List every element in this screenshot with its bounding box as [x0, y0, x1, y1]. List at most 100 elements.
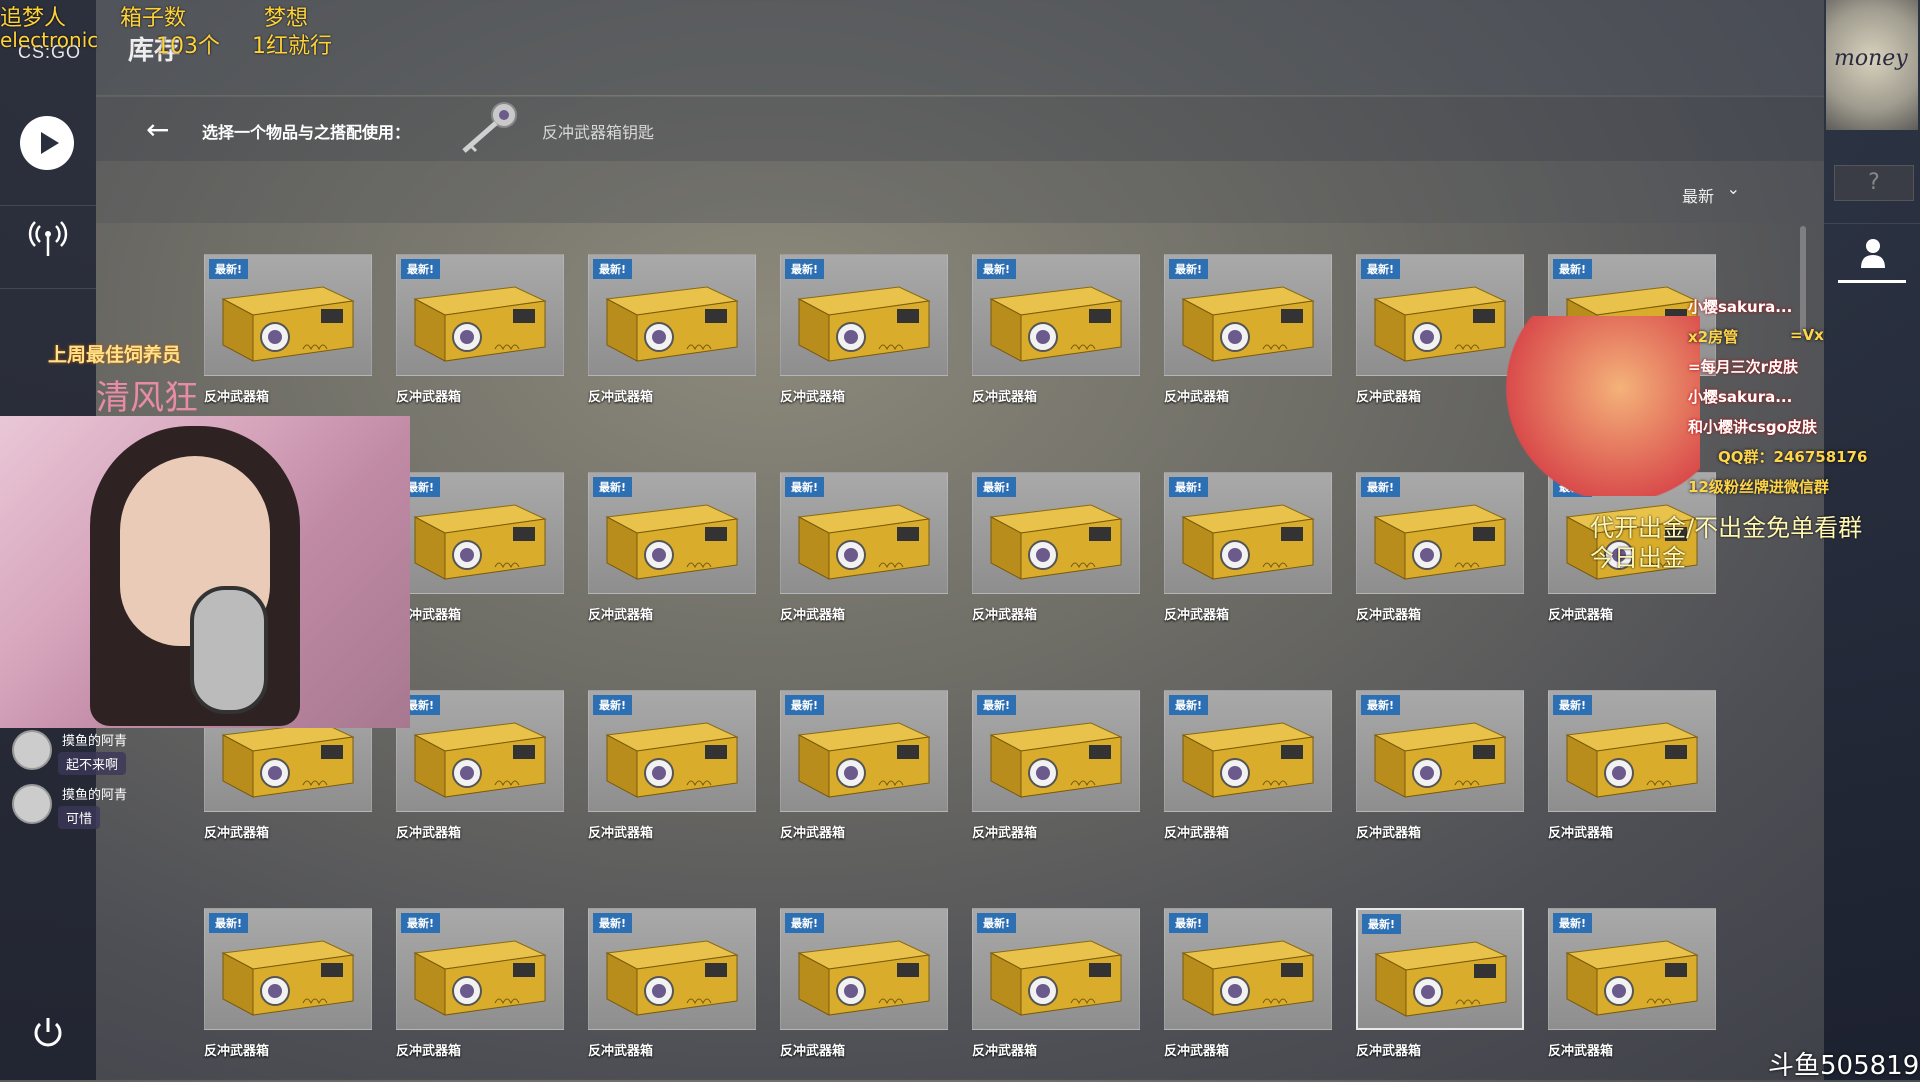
weapon-case-icon	[1373, 286, 1507, 362]
weapon-case-icon	[413, 286, 547, 362]
header: 库存	[96, 0, 1824, 95]
profile-emblem[interactable]: money	[1826, 0, 1918, 130]
divider	[0, 288, 96, 289]
inventory-tile[interactable]: 最新! 反冲武器箱	[972, 254, 1140, 405]
inventory-tile[interactable]: 最新! 反冲武器箱	[1164, 690, 1332, 841]
new-badge: 最新!	[977, 477, 1017, 497]
inventory-tile[interactable]: 最新! 反冲武器箱	[1164, 254, 1332, 405]
new-badge: 最新!	[977, 259, 1017, 279]
case-image: 最新!	[1164, 472, 1332, 594]
weapon-case-icon	[1374, 941, 1508, 1017]
play-button[interactable]	[20, 116, 74, 170]
weapon-case-icon	[1181, 940, 1315, 1016]
case-image: 最新!	[1164, 254, 1332, 376]
active-tab-indicator	[1838, 280, 1906, 283]
item-name: 反冲武器箱	[780, 608, 846, 623]
inventory-tile[interactable]: 最新! 反冲武器箱	[972, 472, 1140, 623]
item-name: 反冲武器箱	[972, 826, 1038, 841]
inventory-tile[interactable]: 最新! 反冲武器箱	[780, 254, 948, 405]
inventory-tile[interactable]: 最新! 反冲武器箱	[396, 908, 564, 1059]
case-image: 最新!	[1548, 690, 1716, 812]
overlay-value: electronic	[0, 28, 99, 52]
power-icon[interactable]	[30, 1015, 66, 1051]
inventory-tile[interactable]: 最新! 反冲武器箱	[972, 908, 1140, 1059]
inventory-tile[interactable]: 最新! 反冲武器箱	[780, 690, 948, 841]
broadcast-icon[interactable]	[28, 218, 68, 258]
new-badge: 最新!	[785, 695, 825, 715]
inventory-tile[interactable]: 最新! 反冲武器箱	[588, 472, 756, 623]
case-image: 最新!	[780, 690, 948, 812]
back-arrow-icon[interactable]: ←	[146, 113, 169, 146]
inventory-tile[interactable]: 最新! 反冲武器箱	[588, 690, 756, 841]
item-name: 反冲武器箱	[1548, 1044, 1614, 1059]
select-prompt: 选择一个物品与之搭配使用：	[202, 123, 411, 142]
item-name: 反冲武器箱	[1164, 826, 1230, 841]
new-badge: 最新!	[1553, 913, 1593, 933]
weapon-case-icon	[989, 940, 1123, 1016]
inventory-tile[interactable]: 最新! 反冲武器箱	[588, 254, 756, 405]
weapon-case-icon	[797, 940, 931, 1016]
weapon-case-icon	[605, 722, 739, 798]
inventory-tile[interactable]: 最新! 反冲武器箱	[1356, 908, 1524, 1059]
chevron-down-icon[interactable]: ⌄	[1727, 179, 1740, 198]
item-name: 反冲武器箱	[1356, 390, 1422, 405]
help-button[interactable]: ?	[1834, 165, 1914, 201]
webcam-feed	[0, 416, 410, 728]
inventory-tile[interactable]: 最新! 反冲武器箱	[1164, 908, 1332, 1059]
item-name: 反冲武器箱	[396, 608, 462, 623]
new-badge: 最新!	[593, 477, 633, 497]
inventory-tile[interactable]: 最新! 反冲武器箱	[204, 908, 372, 1059]
weapon-case-icon	[797, 504, 931, 580]
weapon-case-icon	[221, 940, 355, 1016]
inventory-tile[interactable]: 最新! 反冲武器箱	[1164, 472, 1332, 623]
watermark: 斗鱼505819	[1768, 1051, 1920, 1081]
weapon-case-icon	[413, 940, 547, 1016]
new-badge: 最新!	[209, 259, 249, 279]
case-image: 最新!	[1164, 690, 1332, 812]
inventory-tile[interactable]: 最新! 反冲武器箱	[1356, 472, 1524, 623]
inventory-tile[interactable]: 最新! 反冲武器箱	[588, 908, 756, 1059]
weapon-case-icon	[797, 286, 931, 362]
case-image: 最新!	[1356, 472, 1524, 594]
weapon-case-icon	[605, 286, 739, 362]
inventory-tile[interactable]: 最新! 反冲武器箱	[1356, 690, 1524, 841]
case-image: 最新!	[1164, 908, 1332, 1030]
inventory-tile[interactable]: 最新! 反冲武器箱	[396, 472, 564, 623]
new-badge: 最新!	[1361, 695, 1401, 715]
anime-character-image	[1500, 316, 1700, 496]
case-image: 最新!	[780, 472, 948, 594]
case-image: 最新!	[396, 472, 564, 594]
new-badge: 最新!	[1361, 477, 1401, 497]
new-badge: 最新!	[401, 259, 441, 279]
new-badge: 最新!	[785, 913, 825, 933]
inventory-tile[interactable]: 最新! 反冲武器箱	[1356, 254, 1524, 405]
new-badge: 最新!	[401, 913, 441, 933]
promo-line: 今日出金	[1590, 544, 1686, 572]
inventory-tile[interactable]: 最新! 反冲武器箱	[204, 254, 372, 405]
weapon-case-icon	[605, 504, 739, 580]
weapon-case-icon	[1373, 504, 1507, 580]
new-badge: 最新!	[209, 913, 249, 933]
inventory-tile[interactable]: 最新! 反冲武器箱	[396, 254, 564, 405]
chat-message: 摸鱼的阿青 可惜	[12, 782, 212, 836]
inventory-tile[interactable]: 最新! 反冲武器箱	[972, 690, 1140, 841]
inventory-tile[interactable]: 最新! 反冲武器箱	[396, 690, 564, 841]
sort-dropdown[interactable]: 最新	[1682, 183, 1714, 207]
inventory-tile[interactable]: 最新! 反冲武器箱	[1548, 908, 1716, 1059]
new-badge: 最新!	[1361, 259, 1401, 279]
new-badge: 最新!	[785, 259, 825, 279]
case-image: 最新!	[972, 254, 1140, 376]
inventory-tile[interactable]: 最新! 反冲武器箱	[780, 908, 948, 1059]
user-icon	[1861, 239, 1885, 268]
new-badge: 最新!	[977, 695, 1017, 715]
item-name: 反冲武器箱	[396, 826, 462, 841]
inventory-tile[interactable]: 最新! 反冲武器箱	[1548, 690, 1716, 841]
overlay-value: 1红就行	[252, 34, 332, 59]
key-name: 反冲武器箱钥匙	[542, 123, 655, 142]
divider	[0, 205, 96, 206]
item-name: 反冲武器箱	[1164, 390, 1230, 405]
item-name: 反冲武器箱	[396, 1044, 462, 1059]
friends-tab[interactable]	[1824, 223, 1920, 294]
new-badge: 最新!	[1553, 259, 1593, 279]
inventory-tile[interactable]: 最新! 反冲武器箱	[780, 472, 948, 623]
